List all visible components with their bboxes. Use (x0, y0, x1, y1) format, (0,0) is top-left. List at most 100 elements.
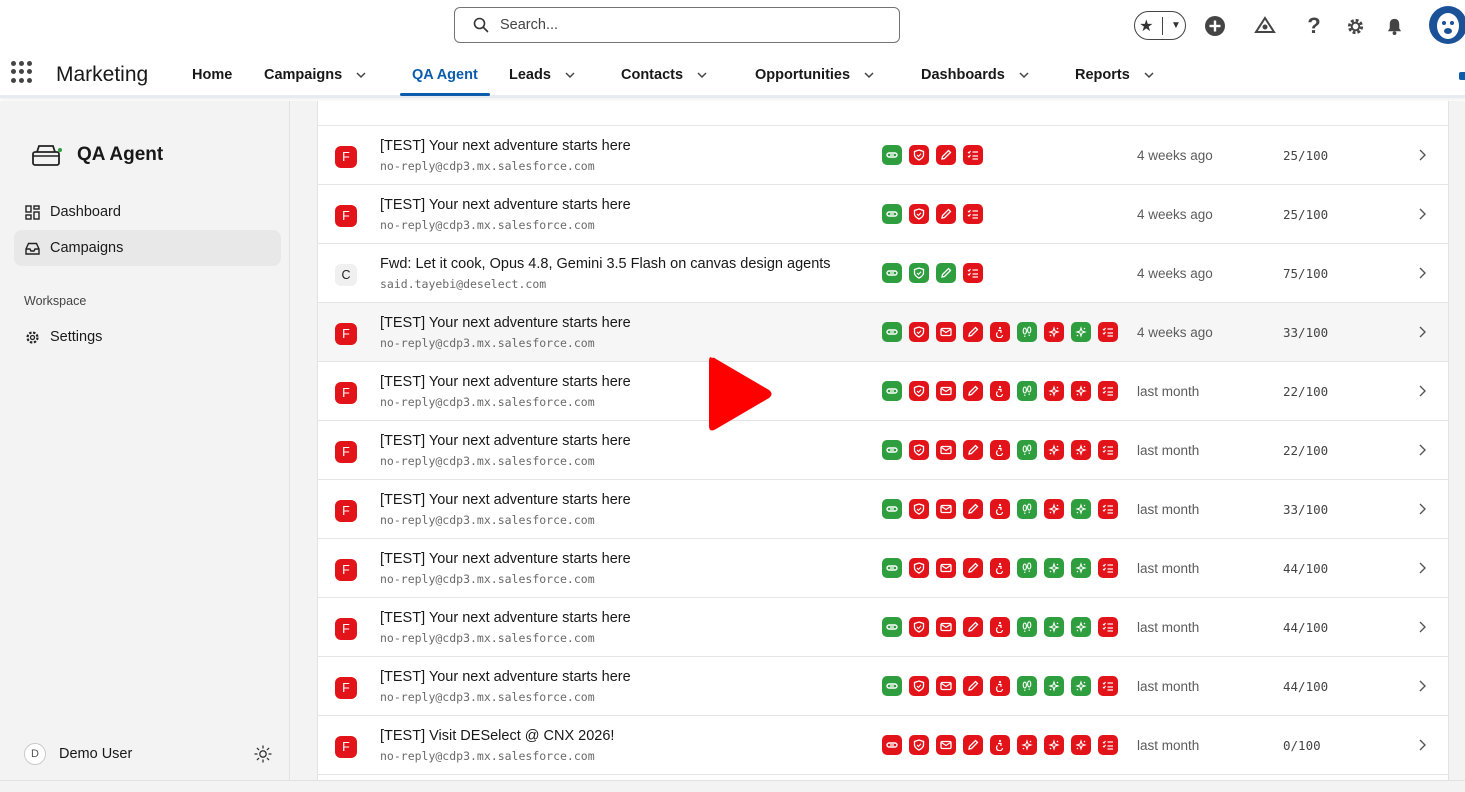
campaign-subject: [TEST] Visit DESelect @ CNX 2026! (380, 728, 615, 744)
sun-icon[interactable] (253, 744, 273, 764)
nav-edit-icon[interactable] (1459, 72, 1465, 80)
sparkles-icon (1071, 381, 1091, 401)
campaign-row[interactable]: F [TEST] Your next adventure starts here n… (318, 539, 1448, 598)
mail-icon (936, 499, 956, 519)
nav-tab-reports[interactable]: Reports (1075, 52, 1155, 98)
sidebar-user[interactable]: D Demo User (24, 742, 274, 766)
sidebar-item-campaigns[interactable]: Campaigns (14, 230, 281, 266)
campaign-row[interactable]: F [TEST] Your next adventure starts here n… (318, 126, 1448, 185)
campaign-row[interactable]: F [TEST] Your next adventure starts here n… (318, 185, 1448, 244)
global-search-input[interactable]: Search... (454, 7, 900, 43)
chevron-down-icon[interactable] (1143, 69, 1155, 81)
campaign-subject: [TEST] Your next adventure starts here (380, 551, 631, 567)
sender-badge: F (335, 323, 357, 345)
play-icon (709, 357, 772, 431)
accessibility-icon (990, 617, 1010, 637)
chevron-right-icon[interactable] (1417, 738, 1427, 752)
app-launcher-icon[interactable] (11, 61, 33, 83)
chevron-right-icon[interactable] (1417, 679, 1427, 693)
video-play-button[interactable] (706, 352, 774, 436)
global-header: Search... ★ ▼ ? (0, 0, 1465, 52)
mail-icon (936, 558, 956, 578)
qa-score: 33/100 (1283, 502, 1329, 517)
sparkles-icon (1071, 322, 1091, 342)
sparkles-icon (1071, 676, 1091, 696)
link-icon (882, 617, 902, 637)
campaign-row[interactable]: F [TEST] Your next adventure starts here n… (318, 362, 1448, 421)
gear-icon (25, 330, 40, 345)
chevron-right-icon[interactable] (1417, 266, 1427, 280)
sidebar-item-label: Dashboard (50, 204, 121, 220)
chevron-down-icon[interactable] (355, 69, 367, 81)
campaign-row[interactable]: F [TEST] Visit DESelect @ CNX 2026! no-rep… (318, 716, 1448, 775)
qa-check-badges (882, 322, 1125, 342)
footprints-icon (1017, 322, 1037, 342)
link-icon (882, 381, 902, 401)
setup-assistant-button[interactable] (1251, 8, 1279, 44)
qa-agent-logo-icon (32, 143, 64, 167)
chevron-right-icon[interactable] (1417, 207, 1427, 221)
chevron-right-icon[interactable] (1417, 443, 1427, 457)
pencil-icon (963, 499, 983, 519)
shield-icon (909, 263, 929, 283)
favorites-button[interactable]: ★ ▼ (1134, 11, 1186, 40)
accessibility-icon (990, 499, 1010, 519)
nav-tab-qa-agent[interactable]: QA Agent (400, 52, 490, 98)
chevron-right-icon[interactable] (1417, 561, 1427, 575)
qa-check-badges (882, 499, 1125, 519)
campaign-timestamp: last month (1137, 561, 1200, 576)
qa-score: 75/100 (1283, 266, 1329, 281)
qa-check-badges (882, 617, 1125, 637)
sparkles-icon (1044, 499, 1064, 519)
campaign-row[interactable]: F [TEST] Your next adventure starts here n… (318, 480, 1448, 539)
footprints-icon (1017, 440, 1037, 460)
campaign-row[interactable]: F [TEST] Your next adventure starts here n… (318, 657, 1448, 716)
sidebar-item-label: Settings (50, 329, 103, 345)
qa-score: 44/100 (1283, 561, 1329, 576)
help-button[interactable]: ? (1302, 8, 1326, 44)
chevron-down-icon[interactable] (696, 69, 708, 81)
sparkles-icon (1044, 676, 1064, 696)
campaign-row[interactable]: F [TEST] Your next adventure starts here n… (318, 598, 1448, 657)
sparkles-icon (1044, 322, 1064, 342)
campaign-sender: no-reply@cdp3.mx.salesforce.com (380, 218, 595, 232)
footprints-icon (1017, 617, 1037, 637)
chevron-right-icon[interactable] (1417, 502, 1427, 516)
shield-icon (909, 322, 929, 342)
add-button[interactable] (1201, 8, 1229, 44)
nav-tab-home[interactable]: Home (192, 52, 232, 98)
chevron-right-icon[interactable] (1417, 148, 1427, 162)
checklist-icon (1098, 322, 1118, 342)
nav-tab-campaigns[interactable]: Campaigns (264, 52, 367, 98)
sender-badge: F (335, 559, 357, 581)
notifications-button[interactable] (1382, 8, 1406, 44)
checklist-icon (1098, 617, 1118, 637)
campaign-sender: no-reply@cdp3.mx.salesforce.com (380, 336, 595, 350)
nav-tab-opportunities[interactable]: Opportunities (755, 52, 875, 98)
sidebar-item-settings[interactable]: Settings (14, 319, 281, 355)
chevron-right-icon[interactable] (1417, 384, 1427, 398)
chevron-right-icon[interactable] (1417, 620, 1427, 634)
nav-tab-leads[interactable]: Leads (509, 52, 576, 98)
setup-button[interactable] (1343, 8, 1367, 44)
nav-tab-contacts[interactable]: Contacts (621, 52, 708, 98)
chevron-down-icon[interactable] (863, 69, 875, 81)
sidebar-item-dashboard[interactable]: Dashboard (14, 194, 281, 230)
user-avatar-button[interactable] (1429, 6, 1465, 44)
checklist-icon (1098, 381, 1118, 401)
nav-tab-dashboards[interactable]: Dashboards (921, 52, 1030, 98)
sidebar-brand: QA Agent (32, 143, 163, 167)
sparkles-icon (1044, 617, 1064, 637)
link-icon (882, 145, 902, 165)
campaign-sender: no-reply@cdp3.mx.salesforce.com (380, 454, 595, 468)
pencil-icon (936, 263, 956, 283)
campaign-row[interactable]: C Fwd: Let it cook, Opus 4.8, Gemini 3.5 … (318, 244, 1448, 303)
chevron-right-icon[interactable] (1417, 325, 1427, 339)
chevron-down-icon[interactable] (564, 69, 576, 81)
shield-icon (909, 145, 929, 165)
campaign-row[interactable]: F [TEST] Your next adventure starts here n… (318, 303, 1448, 362)
campaign-row[interactable]: F [TEST] Your next adventure starts here n… (318, 421, 1448, 480)
pencil-icon (936, 204, 956, 224)
sparkles-icon (1044, 735, 1064, 755)
chevron-down-icon[interactable] (1018, 69, 1030, 81)
